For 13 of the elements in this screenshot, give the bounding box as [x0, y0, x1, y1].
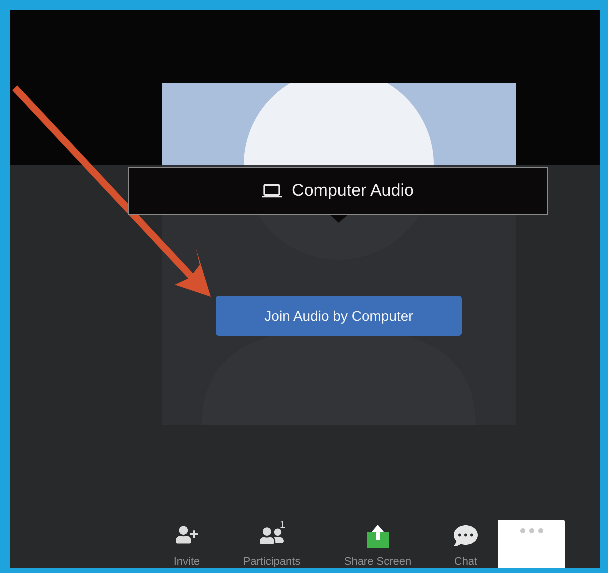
more-button[interactable]	[498, 520, 565, 568]
share-screen-icon	[367, 524, 389, 548]
chat-bubble-icon	[454, 524, 478, 548]
join-audio-button[interactable]: Join Audio by Computer	[216, 296, 462, 336]
participant-count: 1	[280, 520, 286, 531]
chat-button[interactable]: Chat	[441, 524, 491, 568]
audio-tab-label: Computer Audio	[292, 181, 414, 201]
invite-button[interactable]: Invite	[162, 524, 212, 568]
share-button[interactable]: Share Screen	[333, 524, 423, 568]
more-dots-icon	[520, 528, 544, 534]
tab-pointer-icon	[330, 215, 348, 223]
user-plus-icon	[176, 524, 198, 546]
audio-tab[interactable]: Computer Audio	[128, 167, 548, 215]
